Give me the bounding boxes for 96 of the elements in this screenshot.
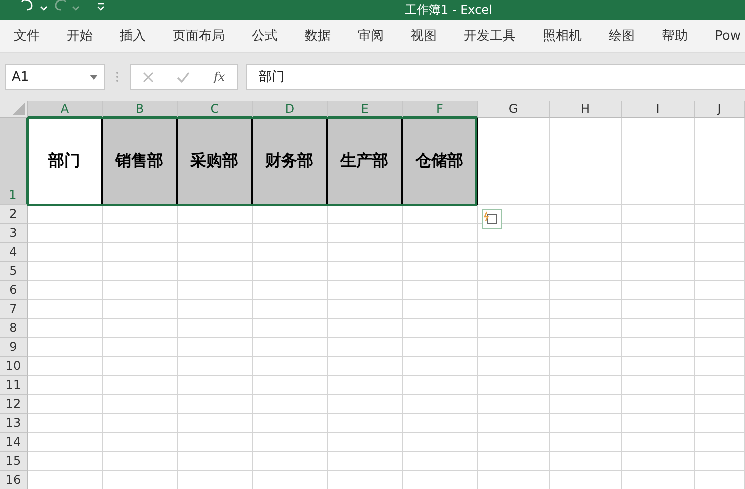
select-all-button[interactable] (0, 101, 28, 118)
empty-cell (550, 395, 622, 414)
row-header[interactable]: 5 (0, 262, 28, 281)
ribbon-tab[interactable]: 审阅 (344, 27, 384, 45)
empty-cell (550, 414, 622, 433)
row-header[interactable]: 10 (0, 357, 28, 376)
row-header[interactable]: 15 (0, 452, 28, 471)
row-header[interactable]: 9 (0, 338, 28, 357)
empty-cell (695, 205, 745, 224)
row-header[interactable]: 3 (0, 224, 28, 243)
empty-cell (550, 319, 622, 338)
column-header[interactable]: I (622, 101, 695, 118)
table-cell: 销售部 (103, 118, 178, 205)
table-cell: 仓储部 (403, 118, 478, 205)
formula-input[interactable]: 部门 (246, 64, 745, 90)
empty-cell (550, 224, 622, 243)
row-header[interactable]: 16 (0, 471, 28, 489)
triangle-icon (13, 103, 25, 115)
empty-cell (550, 338, 622, 357)
empty-cell (550, 243, 622, 262)
row-header[interactable]: 6 (0, 281, 28, 300)
column-header[interactable]: F (403, 101, 478, 118)
ribbon-tab[interactable]: 帮助 (648, 27, 688, 45)
empty-cell (478, 243, 550, 262)
empty-cell (695, 357, 745, 376)
ribbon-tab[interactable]: 照相机 (529, 27, 582, 45)
ribbon-tab[interactable]: 文件 (0, 27, 40, 45)
column-header[interactable]: B (103, 101, 178, 118)
empty-cell (550, 281, 622, 300)
check-icon[interactable] (177, 72, 190, 82)
ribbon-tab[interactable]: 插入 (106, 27, 146, 45)
empty-cell (695, 452, 745, 471)
empty-cell (478, 452, 550, 471)
column-header[interactable]: J (695, 101, 745, 118)
ribbon-tab[interactable]: Pow (701, 28, 741, 44)
customize-icon[interactable] (96, 2, 106, 12)
row-header[interactable]: 13 (0, 414, 28, 433)
empty-cell (695, 433, 745, 452)
grip-icon[interactable] (116, 71, 119, 83)
empty-cell (550, 452, 622, 471)
empty-cell (478, 414, 550, 433)
empty-cell (695, 414, 745, 433)
row-header[interactable]: 12 (0, 395, 28, 414)
empty-cell (550, 357, 622, 376)
row-header[interactable]: 1 (0, 118, 28, 205)
empty-cell (478, 262, 550, 281)
column-header[interactable]: G (478, 101, 550, 118)
empty-cell (478, 338, 550, 357)
row-header[interactable]: 4 (0, 243, 28, 262)
empty-cell (550, 262, 622, 281)
empty-cell (695, 262, 745, 281)
empty-cell (478, 357, 550, 376)
paste-options-icon[interactable] (482, 209, 502, 229)
empty-cell (695, 243, 745, 262)
window-title: 工作簿1 - Excel (405, 3, 492, 17)
ribbon-tab[interactable]: 公式 (238, 27, 278, 45)
empty-cell (550, 205, 622, 224)
column-header[interactable]: D (253, 101, 328, 118)
table-cell: 财务部 (253, 118, 328, 205)
empty-cell (695, 395, 745, 414)
insert-function-button[interactable]: fx (214, 70, 226, 84)
empty-cell (695, 376, 745, 395)
ribbon-tab[interactable]: 绘图 (595, 27, 635, 45)
empty-cell (478, 433, 550, 452)
row-header[interactable]: 8 (0, 319, 28, 338)
column-header[interactable]: A (28, 101, 103, 118)
ribbon-tab[interactable]: 开发工具 (450, 27, 516, 45)
row-header[interactable]: 2 (0, 205, 28, 224)
row-header[interactable]: 11 (0, 376, 28, 395)
empty-cell (478, 319, 550, 338)
ribbon-tab[interactable]: 开始 (53, 27, 93, 45)
row-header[interactable]: 14 (0, 433, 28, 452)
empty-cell (695, 300, 745, 319)
empty-cell (550, 376, 622, 395)
empty-cell (478, 281, 550, 300)
column-header[interactable]: C (178, 101, 253, 118)
empty-cell (478, 395, 550, 414)
empty-cell (478, 300, 550, 319)
empty-cell (695, 281, 745, 300)
empty-cell (478, 376, 550, 395)
table-cell: 采购部 (178, 118, 253, 205)
name-box[interactable]: A1 (5, 64, 105, 90)
row-header[interactable]: 7 (0, 300, 28, 319)
ribbon-tab[interactable]: 视图 (397, 27, 437, 45)
ribbon-tab[interactable]: 数据 (291, 27, 331, 45)
empty-cell (695, 319, 745, 338)
dropdown-icon[interactable] (90, 74, 98, 80)
empty-cell (695, 338, 745, 357)
empty-cell (550, 433, 622, 452)
column-header[interactable]: E (328, 101, 403, 118)
column-header[interactable]: H (550, 101, 622, 118)
empty-cell (695, 224, 745, 243)
cancel-icon[interactable] (142, 72, 154, 82)
table-cell: 生产部 (328, 118, 403, 205)
empty-cell (550, 300, 622, 319)
ribbon-tab[interactable]: 页面布局 (159, 27, 225, 45)
